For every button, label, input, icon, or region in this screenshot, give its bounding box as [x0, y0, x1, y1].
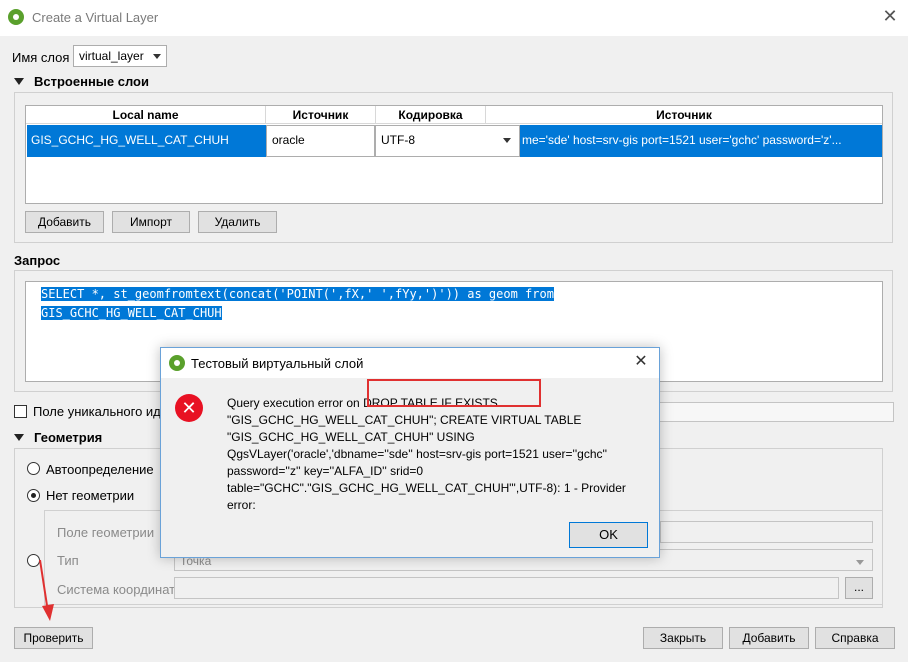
auto-detect-radio[interactable] [27, 462, 40, 475]
delete-layer-button[interactable]: Удалить [198, 211, 277, 233]
layer-name-label: Имя слоя [12, 50, 70, 65]
chevron-down-icon [856, 560, 864, 565]
crs-select-button[interactable]: ... [845, 577, 873, 599]
annotation-highlight-box [367, 379, 541, 407]
geometry-field-label: Поле геометрии [57, 525, 155, 540]
crs-label: Система координат [57, 582, 176, 597]
error-message: Query execution error on DROP TABLE IF E… [227, 396, 626, 512]
cell-encoding-value: UTF-8 [381, 133, 415, 147]
no-geometry-radio[interactable] [27, 489, 40, 502]
dialog-title: Тестовый виртуальный слой [191, 356, 364, 371]
dialog-title-bar: Тестовый виртуальный слой ✕ [161, 348, 659, 378]
virtual-layer-window: Create a Virtual Layer ✕ Имя слоя virtua… [0, 0, 908, 662]
test-button[interactable]: Проверить [14, 627, 93, 649]
column-header-source[interactable]: Источник [486, 106, 882, 124]
help-button[interactable]: Справка [815, 627, 895, 649]
query-line-2: GIS_GCHC_HG_WELL_CAT_CHUH [41, 306, 222, 320]
column-header-local-name[interactable]: Local name [26, 106, 266, 124]
embedded-layers-title: Встроенные слои [34, 74, 149, 89]
qgis-logo-icon [8, 9, 24, 25]
column-header-encoding[interactable]: Кодировка [376, 106, 486, 124]
cell-provider[interactable]: oracle [266, 125, 375, 157]
column-header-provider[interactable]: Источник [266, 106, 376, 124]
annotation-arrow-icon [39, 559, 54, 621]
ok-button[interactable]: OK [569, 522, 648, 548]
geometry-type-label: Тип [57, 553, 79, 568]
layer-name-value: virtual_layer [79, 49, 144, 63]
unique-id-label: Поле уникального иде [33, 404, 169, 419]
geometry-field-input[interactable] [660, 521, 873, 543]
cell-source[interactable]: me='sde' host=srv-gis port=1521 user='gc… [520, 125, 882, 157]
cell-encoding-combo[interactable]: UTF-8 [375, 125, 520, 157]
unique-id-field[interactable] [658, 402, 894, 422]
import-button[interactable]: Импорт [112, 211, 190, 233]
cell-local-name[interactable]: GIS_GCHC_HG_WELL_CAT_CHUH [27, 125, 266, 157]
qgis-logo-icon [169, 355, 185, 371]
no-geometry-label: Нет геометрии [46, 488, 135, 503]
close-icon[interactable]: ✕ [880, 6, 900, 26]
add-layer-button[interactable]: Добавить [25, 211, 104, 233]
error-dialog: Тестовый виртуальный слой ✕ ✕ Query exec… [160, 347, 660, 558]
chevron-down-icon [153, 54, 161, 59]
chevron-down-icon [503, 138, 511, 143]
title-bar: Create a Virtual Layer ✕ [0, 0, 908, 36]
add-button[interactable]: Добавить [729, 627, 809, 649]
close-button[interactable]: Закрыть [643, 627, 723, 649]
query-line-1: SELECT *, st_geomfromtext(concat('POINT(… [41, 287, 554, 301]
geometry-title: Геометрия [34, 430, 103, 445]
embedded-layers-table[interactable]: Local name Источник Кодировка Источник G… [25, 105, 883, 204]
collapse-arrow-icon[interactable] [14, 434, 24, 441]
query-title: Запрос [14, 253, 61, 268]
auto-detect-label: Автоопределение [46, 462, 154, 477]
error-icon: ✕ [175, 394, 203, 422]
unique-id-checkbox[interactable] [14, 405, 27, 418]
collapse-arrow-icon[interactable] [14, 78, 24, 85]
query-text: SELECT *, st_geomfromtext(concat('POINT(… [41, 285, 554, 323]
window-title: Create a Virtual Layer [32, 10, 159, 25]
layer-name-combo[interactable]: virtual_layer [73, 45, 167, 67]
dialog-close-icon[interactable]: ✕ [631, 352, 651, 372]
crs-input[interactable] [174, 577, 839, 599]
